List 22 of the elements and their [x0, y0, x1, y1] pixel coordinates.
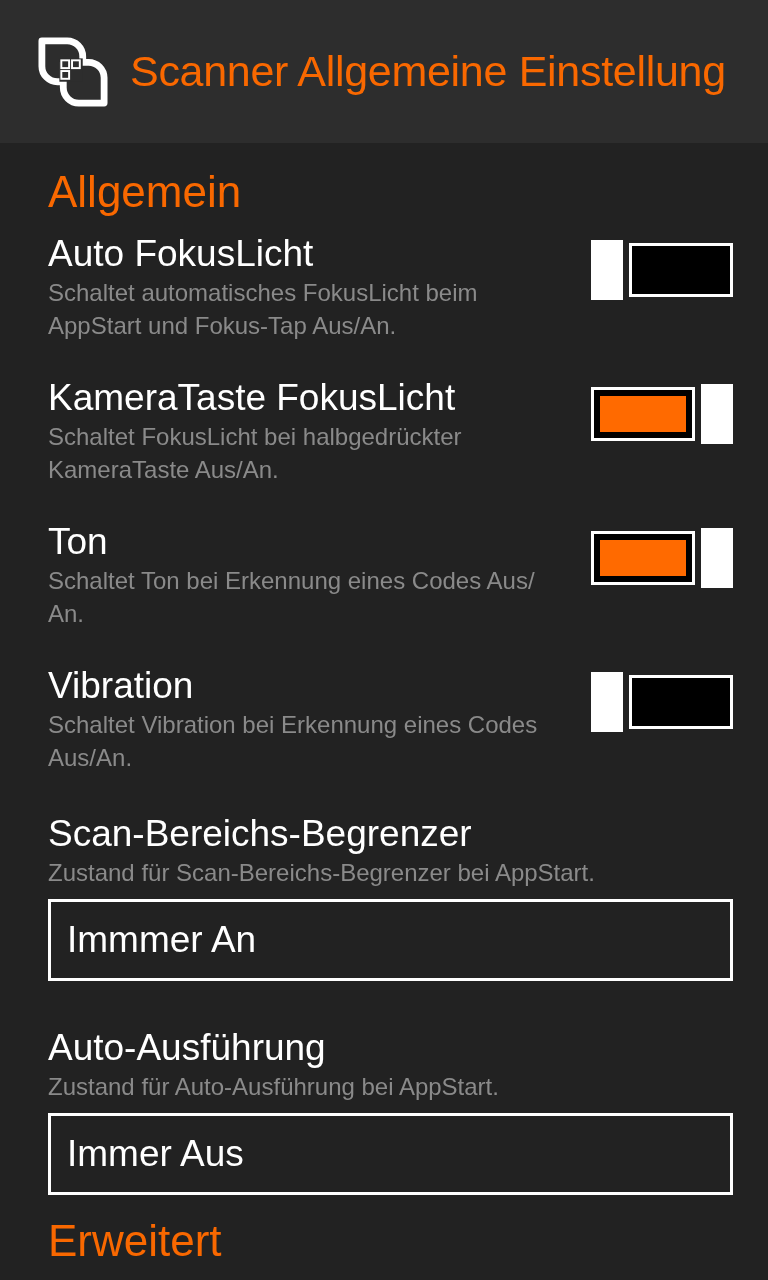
toggle-switch[interactable] — [591, 384, 733, 444]
setting-title: KameraTaste FokusLicht — [48, 376, 457, 420]
section-heading: Allgemein — [48, 168, 243, 216]
dropdown-field[interactable]: Immmer An — [48, 899, 733, 981]
section-heading: Erweitert — [48, 1217, 223, 1265]
dropdown-field[interactable]: Immer Aus — [48, 1113, 733, 1195]
setting-description: Schaltet Ton bei Erkennung eines Codes Aus/ An. — [48, 566, 536, 629]
app-logo-icon — [38, 36, 108, 107]
page-title: Scanner Allgemeine Einstellung — [130, 47, 726, 96]
setting-description: Zustand für Auto-Ausführung bei AppStart. — [48, 1072, 500, 1102]
setting-title: Ton — [48, 520, 109, 564]
setting-title: Auto FokusLicht — [48, 232, 315, 276]
setting-title: Vibration — [48, 664, 195, 708]
setting-title: Auto-Ausführung — [48, 1026, 327, 1070]
toggle-switch[interactable] — [591, 672, 733, 732]
setting-description: Schaltet FokusLicht bei halbgedrückter KameraTaste Aus/An. — [48, 422, 463, 485]
toggle-switch[interactable] — [591, 240, 733, 300]
setting-title: Scan-Bereichs-Begrenzer — [48, 812, 473, 856]
setting-description: Schaltet Vibration bei Erkennung eines Codes Aus/An. — [48, 710, 539, 773]
toggle-switch[interactable] — [591, 528, 733, 588]
setting-description: Schaltet automatisches FokusLicht beim AppStart und Fokus-Tap Aus/An. — [48, 278, 479, 341]
setting-description: Zustand für Scan-Bereichs-Begrenzer bei AppStart. — [48, 858, 596, 888]
